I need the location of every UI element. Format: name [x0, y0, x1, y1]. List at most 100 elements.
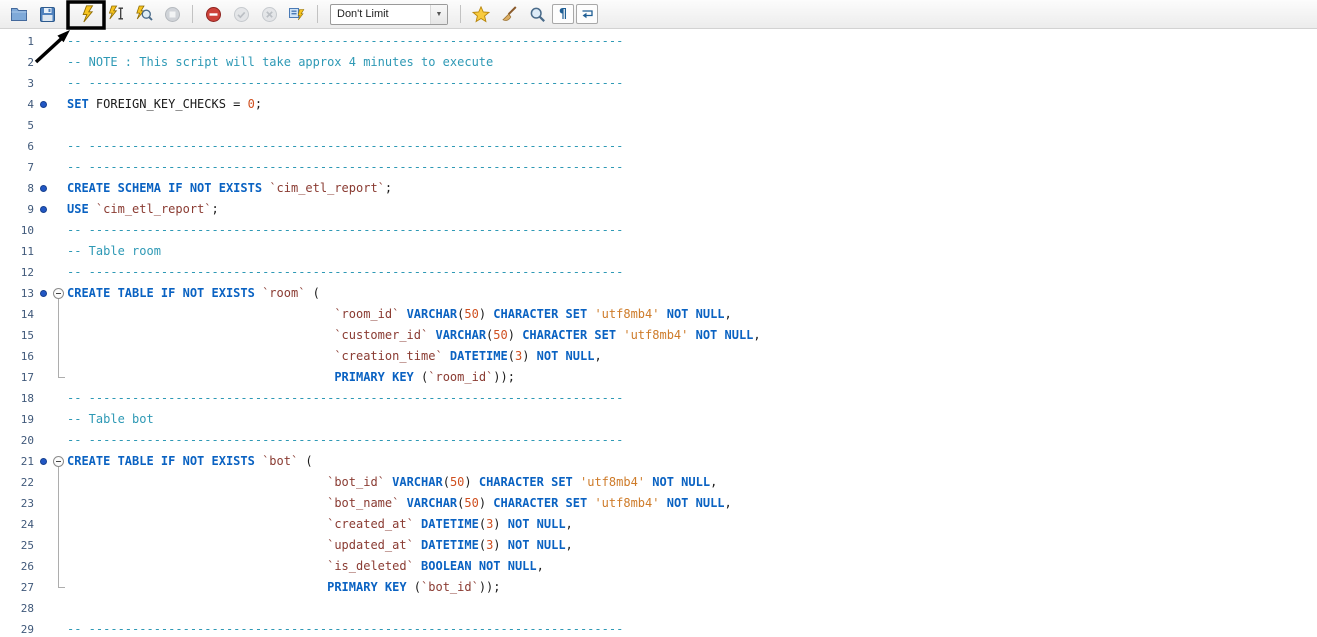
marker-gutter [36, 304, 51, 325]
commit-transaction-button[interactable] [228, 2, 254, 26]
line-number: 29 [0, 619, 36, 637]
toggle-stop-on-error-button[interactable] [200, 2, 226, 26]
fold-gutter [51, 556, 67, 577]
explain-magnifier-icon [135, 5, 153, 23]
line-number: 6 [0, 136, 36, 157]
fold-gutter [51, 157, 67, 178]
commit-check-icon [233, 6, 250, 23]
line-number: 26 [0, 556, 36, 577]
code-text: -- Table bot [67, 409, 154, 430]
marker-gutter [36, 514, 51, 535]
marker-gutter [36, 556, 51, 577]
execute-current-icon [107, 5, 125, 23]
fold-gutter [51, 514, 67, 535]
code-line: 19-- Table bot [0, 409, 1317, 430]
star-icon [472, 6, 490, 23]
sql-code-editor[interactable]: 1 -- ------------------------------------… [0, 29, 1317, 637]
line-number: 12 [0, 262, 36, 283]
code-line: 2 -- NOTE : This script will take approx … [0, 52, 1317, 73]
marker-gutter [36, 367, 51, 388]
line-number: 2 [0, 52, 36, 73]
line-number: 20 [0, 430, 36, 451]
toggle-autocommit-button[interactable] [284, 2, 310, 26]
code-line: 29-- -----------------------------------… [0, 619, 1317, 637]
toolbar-separator [67, 5, 68, 23]
fold-gutter [51, 241, 67, 262]
fold-gutter [51, 535, 67, 556]
fold-gutter [51, 367, 67, 388]
marker-gutter [36, 283, 51, 304]
beautify-script-button[interactable] [496, 2, 522, 26]
pilcrow-icon: ¶ [559, 8, 567, 21]
folder-icon [10, 6, 28, 22]
line-number: 13 [0, 283, 36, 304]
line-number: 1 [0, 31, 36, 52]
toolbar-separator [460, 5, 461, 23]
marker-gutter [36, 262, 51, 283]
open-sql-script-button[interactable] [6, 2, 32, 26]
fold-toggle-icon[interactable] [53, 288, 64, 299]
execute-sql-script-button[interactable] [75, 2, 101, 26]
code-text: `customer_id` VARCHAR(50) CHARACTER SET … [67, 325, 761, 346]
stop-icon [164, 6, 181, 23]
line-number: 7 [0, 157, 36, 178]
save-snippet-button[interactable] [468, 2, 494, 26]
marker-gutter [36, 451, 51, 472]
fold-toggle-icon[interactable] [53, 456, 64, 467]
execute-current-statement-button[interactable] [103, 2, 129, 26]
fold-gutter [51, 619, 67, 637]
code-line: 12 -- -----------------------------------… [0, 262, 1317, 283]
marker-gutter [36, 388, 51, 409]
save-sql-script-button[interactable] [34, 2, 60, 26]
fold-gutter [51, 577, 67, 598]
line-number: 16 [0, 346, 36, 367]
code-text: CREATE SCHEMA IF NOT EXISTS `cim_etl_rep… [67, 178, 392, 199]
line-number: 9 [0, 199, 36, 220]
find-and-replace-button[interactable] [524, 2, 550, 26]
fold-gutter [51, 409, 67, 430]
code-text: -- -------------------------------------… [67, 262, 623, 283]
explain-statement-button[interactable] [131, 2, 157, 26]
line-number: 28 [0, 598, 36, 619]
toolbar-separator [317, 5, 318, 23]
fold-gutter [51, 115, 67, 136]
code-text: `created_at` DATETIME(3) NOT NULL, [67, 514, 573, 535]
line-number: 17 [0, 367, 36, 388]
code-area: 1 -- ------------------------------------… [0, 31, 1317, 637]
marker-gutter [36, 472, 51, 493]
code-text: CREATE TABLE IF NOT EXISTS `room` ( [67, 283, 320, 304]
code-line: 20-- -----------------------------------… [0, 430, 1317, 451]
fold-gutter [51, 52, 67, 73]
execute-lightning-icon [80, 5, 96, 23]
rollback-x-icon [261, 6, 278, 23]
fold-gutter [51, 388, 67, 409]
marker-gutter [36, 136, 51, 157]
toggle-invisible-characters-button[interactable]: ¶ [552, 4, 574, 24]
autocommit-icon [288, 5, 306, 23]
limit-rows-value: Don't Limit [331, 8, 389, 20]
code-line: 14 `room_id` VARCHAR(50) CHARACTER SET '… [0, 304, 1317, 325]
line-number: 5 [0, 115, 36, 136]
code-line: 27 PRIMARY KEY (`bot_id`)); [0, 577, 1317, 598]
marker-gutter [36, 409, 51, 430]
code-line: 3-- ------------------------------------… [0, 73, 1317, 94]
fold-gutter [51, 262, 67, 283]
rollback-transaction-button[interactable] [256, 2, 282, 26]
code-text: -- NOTE : This script will take approx 4… [67, 52, 493, 73]
sql-editor-toolbar: Don't Limit▼ ¶ [0, 0, 1317, 29]
code-line: 9USE `cim_etl_report`; [0, 199, 1317, 220]
marker-gutter [36, 325, 51, 346]
code-line: 24 `created_at` DATETIME(3) NOT NULL, [0, 514, 1317, 535]
marker-gutter [36, 598, 51, 619]
stop-query-button[interactable] [159, 2, 185, 26]
toggle-word-wrap-button[interactable] [576, 4, 598, 24]
code-line: 16 `creation_time` DATETIME(3) NOT NULL, [0, 346, 1317, 367]
fold-gutter [51, 493, 67, 514]
fold-gutter [51, 325, 67, 346]
line-number: 10 [0, 220, 36, 241]
code-line: 22 `bot_id` VARCHAR(50) CHARACTER SET 'u… [0, 472, 1317, 493]
code-text: PRIMARY KEY (`bot_id`)); [67, 577, 501, 598]
code-line: 25 `updated_at` DATETIME(3) NOT NULL, [0, 535, 1317, 556]
line-number: 4 [0, 94, 36, 115]
limit-rows-dropdown[interactable]: Don't Limit▼ [330, 4, 448, 25]
